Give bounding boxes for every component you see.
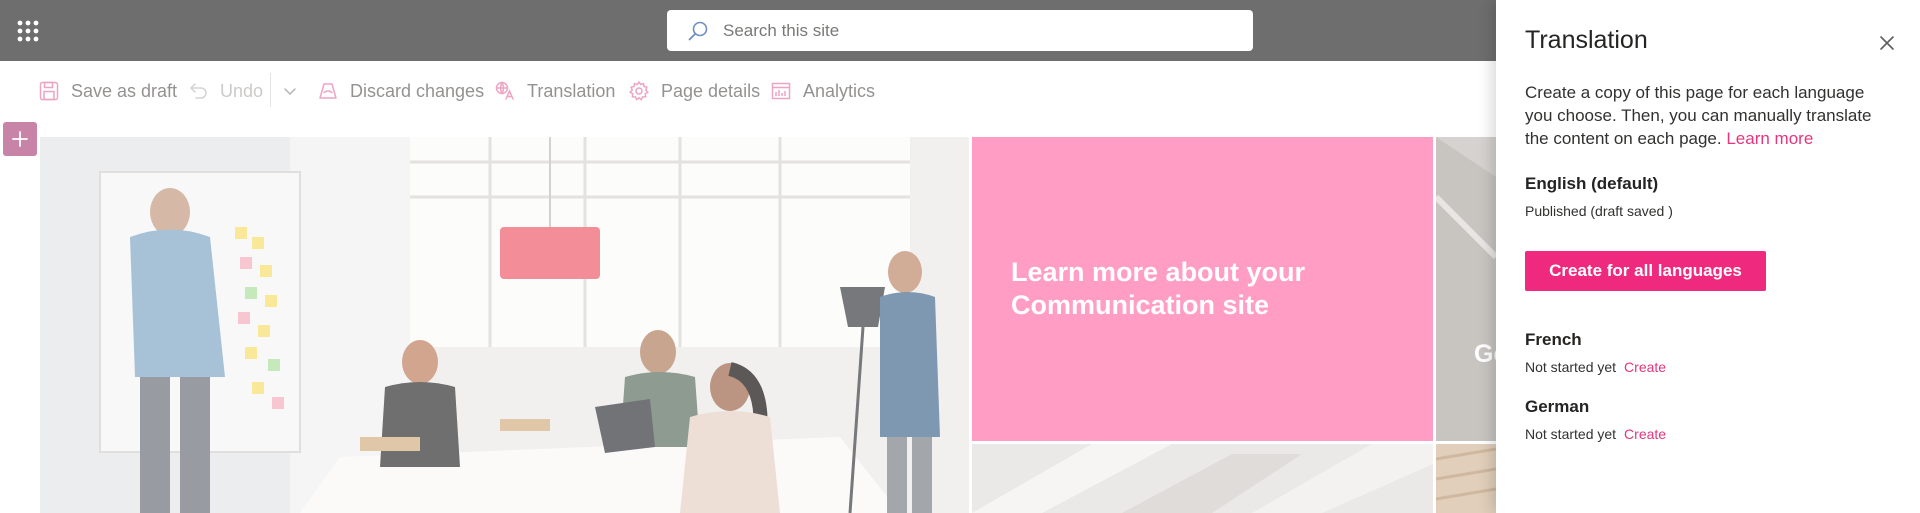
hero-bottom-tile[interactable] <box>972 444 1433 513</box>
hero-right-tile[interactable]: Ge lo <box>1436 137 1496 441</box>
save-icon <box>38 80 60 102</box>
page-details-label: Page details <box>661 80 761 101</box>
plus-icon <box>12 131 28 147</box>
create-for-all-languages-button[interactable]: Create for all languages <box>1525 251 1766 291</box>
architecture-image <box>972 444 1433 513</box>
default-language-status: Published (draft saved ) <box>1525 203 1673 219</box>
app-launcher-icon[interactable] <box>14 17 42 45</box>
create-german-link[interactable]: Create <box>1624 426 1666 442</box>
analytics-button[interactable]: Analytics <box>770 61 875 121</box>
close-icon[interactable] <box>1876 32 1898 54</box>
language-row-german: Not started yet Create <box>1525 426 1666 442</box>
hero-section: Learn more about your Communication site… <box>40 137 1496 513</box>
chevron-down-icon <box>279 80 301 102</box>
gear-icon <box>628 80 650 102</box>
language-row-french: Not started yet Create <box>1525 359 1666 375</box>
command-divider <box>270 73 271 107</box>
translation-icon <box>494 80 516 102</box>
undo-icon <box>187 80 209 102</box>
communication-site-tile[interactable]: Learn more about your Communication site <box>972 137 1433 441</box>
hero-right-tile-text: Ge lo <box>1474 340 1496 368</box>
hero-right-bottom-tile <box>1436 444 1496 513</box>
discard-icon <box>317 80 339 102</box>
tile-title: Learn more about your Communication site <box>1011 257 1306 320</box>
add-section-button[interactable] <box>3 122 37 156</box>
hero-image-tile[interactable] <box>40 137 969 513</box>
panel-title: Translation <box>1525 26 1648 54</box>
discard-changes-label: Discard changes <box>350 80 485 101</box>
analytics-label: Analytics <box>803 80 876 101</box>
command-bar: Save as draft Undo Discard changes Trans… <box>0 61 1496 121</box>
create-french-link[interactable]: Create <box>1624 359 1666 375</box>
search-icon <box>687 20 709 42</box>
undo-dropdown-button[interactable] <box>279 61 301 121</box>
page-details-button[interactable]: Page details <box>628 61 760 121</box>
search-input[interactable] <box>723 20 1203 41</box>
undo-label: Undo <box>220 80 264 101</box>
building-image <box>1436 444 1496 513</box>
panel-description-text: Create a copy of this page for each lang… <box>1525 83 1872 148</box>
language-status-german: Not started yet <box>1525 426 1617 442</box>
panel-description: Create a copy of this page for each lang… <box>1525 81 1895 150</box>
language-name-french: French <box>1525 330 1582 349</box>
save-as-draft-label: Save as draft <box>71 80 178 101</box>
save-as-draft-button[interactable]: Save as draft <box>38 61 177 121</box>
office-meeting-image <box>40 137 969 513</box>
language-status-french: Not started yet <box>1525 359 1617 375</box>
discard-changes-button[interactable]: Discard changes <box>317 61 484 121</box>
translation-button[interactable]: Translation <box>494 61 615 121</box>
search-box[interactable] <box>667 10 1253 51</box>
undo-button[interactable]: Undo <box>187 61 263 121</box>
translation-panel: Translation Create a copy of this page f… <box>1496 0 1920 513</box>
language-name-german: German <box>1525 397 1590 416</box>
staircase-image <box>1436 137 1496 441</box>
analytics-icon <box>770 80 792 102</box>
default-language-name: English (default) <box>1525 174 1659 193</box>
learn-more-link[interactable]: Learn more <box>1726 129 1813 148</box>
translation-label: Translation <box>527 80 616 101</box>
